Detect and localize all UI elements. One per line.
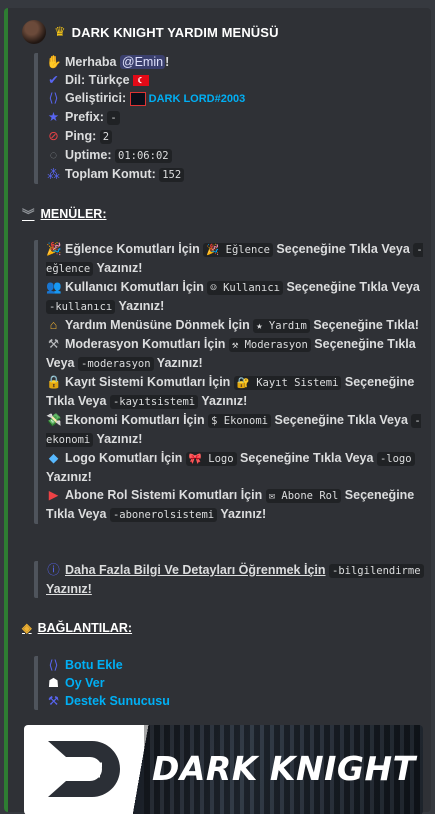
vote-line: ☗ Oy Ver xyxy=(46,674,424,692)
menus-block: 🎉 Eğlence Komutları İçin 🎉 Eğlence Seçene… xyxy=(34,240,424,524)
turkey-flag-icon: ☾ xyxy=(133,75,150,87)
ping-line: ⊘ Ping: 2 xyxy=(46,127,424,146)
uptime-line: ◌ Uptime: 01:06:02 xyxy=(46,146,424,165)
menu-item-logo: ◆ Logo Komutları İçin 🎀 Logo Seçeneğine T… xyxy=(46,449,424,486)
check-icon: ✔ xyxy=(48,73,59,87)
menu-item-yardim: ⌂ Yardım Menüsüne Dönmek İçin ★ Yardım Se… xyxy=(46,316,424,335)
menu-chip-moderasyon[interactable]: ⚒ Moderasyon xyxy=(228,338,311,352)
menu-chip-abone[interactable]: ✉ Abone Rol xyxy=(265,489,342,503)
rank-badge-icon: ◈ xyxy=(22,621,32,635)
robot-icon: ☗ xyxy=(47,676,60,690)
menus-title: ︾ MENÜLER: xyxy=(22,204,106,223)
loading-icon: ◌ xyxy=(49,148,58,162)
hammer-icon: ⚒ xyxy=(47,337,60,351)
menu-item-ekonomi: 💸 Ekonomi Komutları İçin $ Ekonomi Seçene… xyxy=(46,413,421,447)
support-line: ⚒ Destek Sunucusu xyxy=(46,692,424,710)
add-bot-link[interactable]: Botu Ekle xyxy=(65,658,123,672)
chevron-rank-icon: ︾ xyxy=(22,208,35,222)
support-link[interactable]: Destek Sunucusu xyxy=(65,694,170,708)
crown-icon: ♛ xyxy=(54,24,66,39)
dark-knight-banner[interactable]: DARK KNIGHT xyxy=(24,725,423,814)
hammer-icon: ⚒ xyxy=(47,694,60,708)
menu-chip-ekonomi[interactable]: $ Ekonomi xyxy=(208,414,272,428)
developer-avatar xyxy=(129,91,146,106)
help-embed: ♛ DARK KNIGHT YARDIM MENÜSÜ ✋ Merhaba @Em… xyxy=(4,8,431,814)
menu-chip-logo[interactable]: 🎀 Logo xyxy=(185,452,237,466)
vote-link[interactable]: Oy Ver xyxy=(65,676,105,690)
alert-icon: ⊘ xyxy=(48,129,59,143)
links-title: ◈ BAĞLANTILAR: xyxy=(22,620,133,636)
home-icon: ⌂ xyxy=(49,318,58,332)
commands-line: ⁂ Toplam Komut: 152 xyxy=(46,165,424,184)
menu-item-kayit: 🔒 Kayıt Sistemi Komutları İçin 🔐 Kayıt Si… xyxy=(46,375,415,409)
users-icon: 👥 xyxy=(46,280,62,294)
embed-author: ♛ DARK KNIGHT YARDIM MENÜSÜ xyxy=(22,20,279,44)
youtube-icon: ▶ xyxy=(48,488,59,502)
user-mention[interactable]: @Emin xyxy=(119,55,166,69)
network-icon: ⁂ xyxy=(47,167,60,181)
banner-text: DARK KNIGHT xyxy=(152,749,416,788)
developer-line: ⟨⟩ Geliştirici: DARK LORD#2003 xyxy=(46,89,424,108)
language-line: ✔ Dil: Türkçe ☾ xyxy=(46,71,424,89)
star-icon: ★ xyxy=(47,110,60,124)
menu-chip-yardim[interactable]: ★ Yardım xyxy=(253,319,310,333)
menu-chip-eglence[interactable]: 🎉 Eğlence xyxy=(203,243,273,257)
info-icon: ⓘ xyxy=(47,563,60,577)
money-icon: 💸 xyxy=(46,413,62,427)
links-block: ⟨⟩ Botu Ekle ☗ Oy Ver ⚒ Destek Sunucusu xyxy=(34,656,424,710)
menu-item-eglence: 🎉 Eğlence Komutları İçin 🎉 Eğlence Seçene… xyxy=(46,242,423,276)
gem-icon: ◆ xyxy=(48,451,59,465)
info-block: ✋ Merhaba @Emin! ✔ Dil: Türkçe ☾ ⟨⟩ Gelişti… xyxy=(34,53,424,184)
code-icon: ⟨⟩ xyxy=(48,91,59,105)
dark-knight-logo-icon xyxy=(48,741,120,797)
menu-item-abone: ▶ Abone Rol Sistemi Komutları İçin ✉ Abon… xyxy=(46,488,415,522)
menu-chip-kayit[interactable]: 🔐 Kayıt Sistemi xyxy=(233,376,342,390)
more-info-block: ⓘ Daha Fazla Bilgi Ve Detayları Öğrenmek … xyxy=(34,561,424,598)
add-bot-line: ⟨⟩ Botu Ekle xyxy=(46,656,424,674)
menu-item-moderasyon: ⚒ Moderasyon Komutları İçin ⚒ Moderasyon … xyxy=(46,337,416,371)
bot-avatar[interactable] xyxy=(22,20,46,44)
party-icon: 🎉 xyxy=(46,242,62,256)
menu-chip-kullanici[interactable]: ☺ Kullanıcı xyxy=(207,281,283,295)
prefix-line: ★ Prefix: - xyxy=(46,108,424,127)
greeting-line: ✋ Merhaba @Emin! xyxy=(46,55,170,69)
embed-title: DARK KNIGHT YARDIM MENÜSÜ xyxy=(71,24,279,40)
developer-name[interactable]: DARK LORD#2003 xyxy=(149,93,246,105)
lock-icon: 🔒 xyxy=(46,375,62,389)
menu-item-kullanici: 👥 Kullanıcı Komutları İçin ☺ Kullanıcı Se… xyxy=(46,280,420,314)
more-info-line: ⓘ Daha Fazla Bilgi Ve Detayları Öğrenmek … xyxy=(46,561,424,598)
wave-icon: ✋ xyxy=(46,55,62,69)
code-icon: ⟨⟩ xyxy=(48,658,59,672)
